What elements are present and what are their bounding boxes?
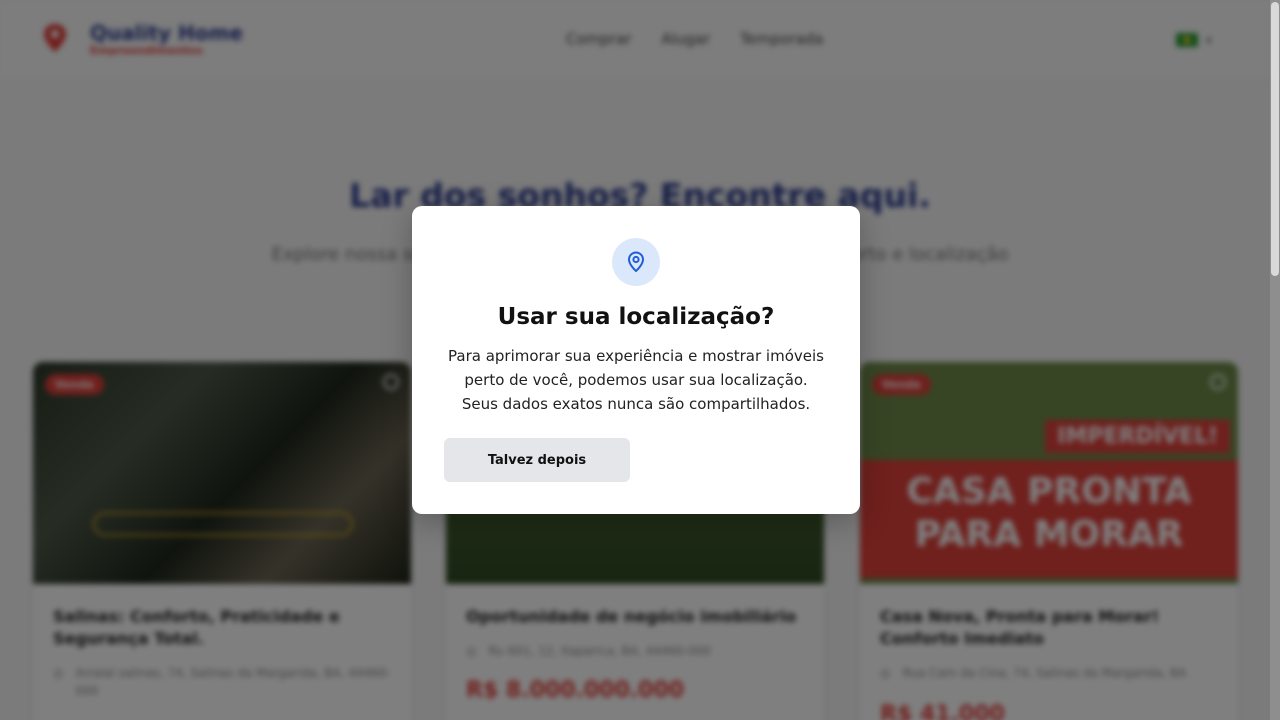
map-pin-icon: [612, 238, 660, 286]
dialog-title: Usar sua localização?: [497, 304, 775, 330]
dialog-message: Para aprimorar sua experiência e mostrar…: [448, 347, 824, 413]
maybe-later-button[interactable]: Talvez depois: [444, 438, 630, 482]
page-scrollbar[interactable]: [1270, 0, 1280, 720]
location-permission-dialog: Usar sua localização? Para aprimorar sua…: [412, 206, 860, 514]
scrollbar-thumb[interactable]: [1271, 2, 1279, 276]
